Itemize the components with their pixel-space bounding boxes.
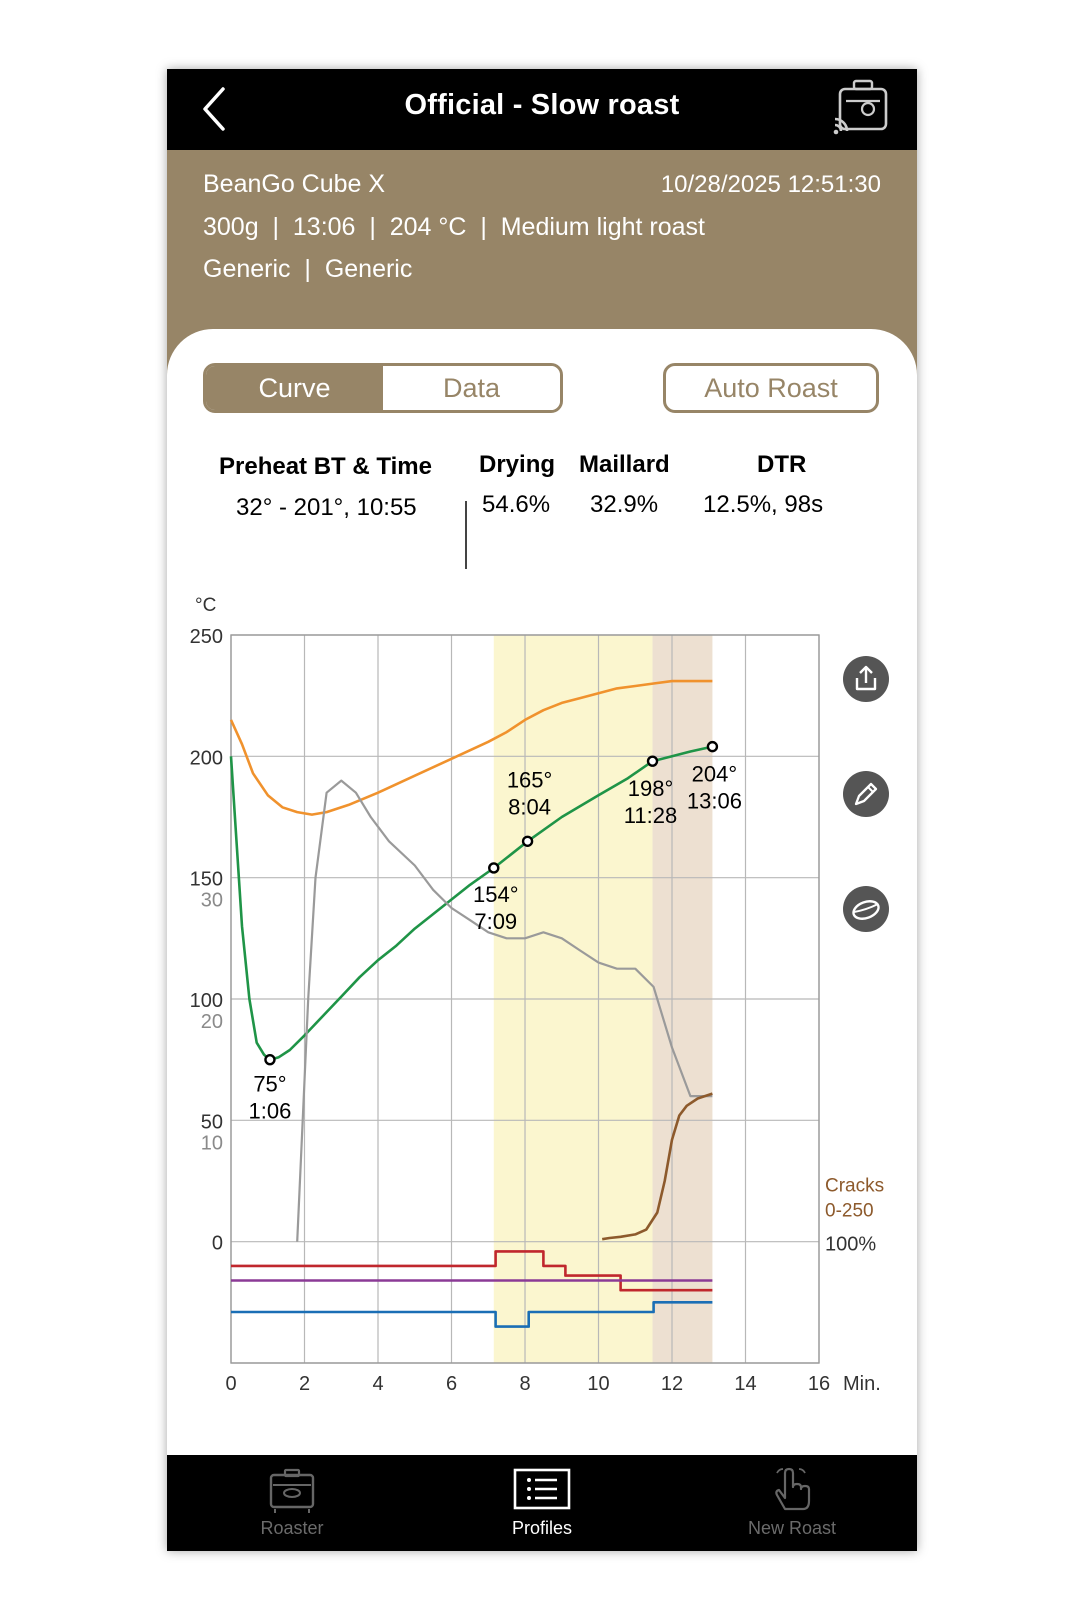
dtr-label: DTR bbox=[757, 451, 807, 478]
roast-datetime: 10/28/2025 12:51:30 bbox=[660, 171, 881, 198]
drying-value: 54.6% bbox=[482, 491, 551, 518]
roast-origin: Generic | Generic bbox=[203, 255, 413, 283]
top-bar: Official - Slow roast bbox=[167, 69, 917, 150]
ror-tick-label: 10 bbox=[201, 1132, 223, 1154]
y-tick-label: 50 bbox=[201, 1111, 223, 1133]
event-temp-label: 154° bbox=[473, 882, 519, 907]
y-tick-label: 0 bbox=[212, 1233, 223, 1255]
x-tick-label: 0 bbox=[225, 1373, 236, 1395]
y-tick-label: 100 bbox=[190, 990, 223, 1012]
x-tick-label: 14 bbox=[734, 1373, 756, 1395]
x-tick-label: 2 bbox=[299, 1373, 310, 1395]
roast-curve-chart: °C 0 50 100 150 200 250 10 20 30 0 2 4 6 8 10 12 14 16 Min.… bbox=[190, 595, 885, 1395]
nav-new-roast-label: New Roast bbox=[747, 1518, 837, 1538]
y-tick-label: 250 bbox=[190, 626, 223, 648]
ror-tick-label: 20 bbox=[201, 1011, 223, 1033]
cracks-range-label: 0-250 bbox=[825, 1201, 874, 1222]
event-time-label: 13:06 bbox=[687, 789, 742, 814]
bean-icon bbox=[852, 900, 880, 920]
maillard-value: 32.9% bbox=[590, 491, 659, 518]
tab-data[interactable]: Data bbox=[383, 366, 560, 410]
x-unit-label: Min. bbox=[843, 1373, 881, 1395]
stats-divider bbox=[465, 501, 467, 569]
tab-curve[interactable]: Curve bbox=[206, 366, 383, 410]
maillard-label: Maillard bbox=[579, 451, 670, 478]
list-icon bbox=[513, 1468, 571, 1510]
event-time-label: 1:06 bbox=[249, 1099, 292, 1124]
event-temp-label: 75° bbox=[253, 1072, 286, 1097]
roast-details: 300g | 13:06 | 204 °C | Medium light roa… bbox=[203, 213, 705, 241]
nav-new-roast[interactable]: New Roast bbox=[667, 1455, 917, 1551]
roaster-cast-icon bbox=[833, 79, 888, 135]
bean-button[interactable] bbox=[843, 886, 889, 932]
drying-label: Drying bbox=[479, 451, 556, 478]
auto-roast-button[interactable]: Auto Roast bbox=[663, 363, 879, 413]
event-time-label: 7:09 bbox=[474, 909, 517, 934]
event-marker bbox=[706, 740, 719, 753]
event-marker bbox=[264, 1053, 276, 1066]
share-button[interactable] bbox=[843, 656, 889, 702]
preheat-label: Preheat BT & Time bbox=[219, 453, 432, 480]
x-tick-label: 10 bbox=[587, 1373, 609, 1395]
y-tick-label: 200 bbox=[190, 747, 223, 769]
event-marker bbox=[521, 835, 534, 847]
nav-profiles-label: Profiles bbox=[511, 1518, 573, 1538]
page-title: Official - Slow roast bbox=[404, 89, 680, 121]
y-unit-label: °C bbox=[195, 595, 216, 616]
x-tick-label: 16 bbox=[808, 1373, 830, 1395]
edit-button[interactable] bbox=[843, 771, 889, 817]
event-marker bbox=[646, 755, 659, 767]
view-toggle: Curve Data bbox=[203, 363, 563, 413]
event-temp-label: 165° bbox=[507, 767, 553, 792]
preheat-value: 32° - 201°, 10:55 bbox=[236, 494, 417, 521]
cracks-percent-label: 100% bbox=[825, 1234, 876, 1256]
x-tick-label: 8 bbox=[519, 1373, 530, 1395]
x-tick-label: 6 bbox=[446, 1373, 457, 1395]
edit-icon bbox=[854, 782, 878, 806]
nav-profiles[interactable]: Profiles bbox=[417, 1455, 667, 1551]
nav-roaster[interactable]: Roaster bbox=[167, 1455, 417, 1551]
event-temp-label: 204° bbox=[692, 762, 738, 787]
bottom-nav: Roaster Profiles New Roast bbox=[167, 1455, 917, 1551]
event-temp-label: 198° bbox=[628, 776, 674, 801]
event-marker bbox=[488, 862, 500, 874]
x-tick-label: 12 bbox=[661, 1373, 683, 1395]
event-time-label: 8:04 bbox=[508, 794, 551, 819]
cracks-label: Cracks bbox=[825, 1176, 884, 1197]
device-connect-button[interactable] bbox=[832, 79, 894, 139]
share-icon bbox=[855, 665, 877, 691]
phone-screen: Official - Slow roast BeanGo Cube X 10/2… bbox=[167, 69, 917, 1551]
hand-icon bbox=[775, 1467, 811, 1511]
x-tick-label: 4 bbox=[372, 1373, 383, 1395]
dtr-value: 12.5%, 98s bbox=[703, 491, 824, 518]
event-time-label: 11:28 bbox=[624, 803, 677, 828]
nav-roaster-label: Roaster bbox=[260, 1518, 324, 1538]
y-tick-label: 150 bbox=[190, 869, 223, 891]
ror-tick-label: 30 bbox=[201, 890, 223, 912]
roaster-icon bbox=[269, 1468, 315, 1513]
roaster-name: BeanGo Cube X bbox=[203, 170, 386, 198]
